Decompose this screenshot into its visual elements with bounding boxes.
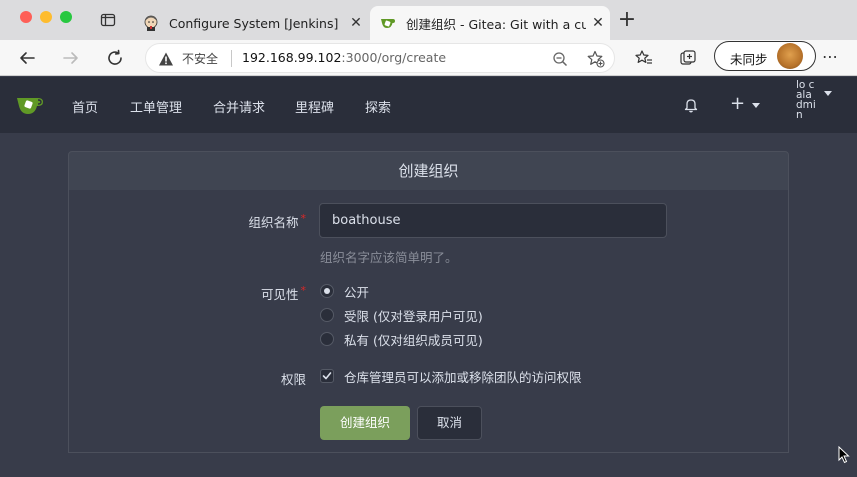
radio-limited-label[interactable]: 受限 (仅对登录用户可见) [344, 306, 483, 325]
mouse-cursor-icon [838, 446, 850, 464]
chevron-down-icon[interactable] [824, 91, 832, 96]
org-name-help: 组织名字应该简单明了。 [320, 250, 458, 265]
radio-public-label[interactable]: 公开 [344, 282, 369, 301]
nav-milestones[interactable]: 里程碑 [295, 97, 334, 116]
more-options-button[interactable]: ⋯ [820, 46, 840, 70]
radio-private-label[interactable]: 私有 (仅对组织成员可见) [344, 330, 483, 349]
gitea-navbar: 首页 工单管理 合并请求 里程碑 探索 + lo cala dmin [0, 77, 857, 133]
bell-icon[interactable] [683, 97, 699, 113]
permission-checkbox[interactable] [320, 369, 334, 383]
main-content: 创建组织 组织名称 * boathouse 组织名字应该简单明了。 可见性 * 公开… [0, 133, 857, 477]
gitea-logo-icon[interactable] [16, 93, 44, 117]
maximize-window-button[interactable] [60, 11, 72, 23]
browser-toolbar: 不安全 192.168.99.102:3000/org/create 未同步 ⋯ [0, 40, 857, 76]
reload-button[interactable] [103, 46, 127, 70]
nav-issues[interactable]: 工单管理 [130, 97, 182, 116]
visibility-public-option[interactable]: 公开 [320, 282, 369, 300]
address-bar[interactable]: 不安全 192.168.99.102:3000/org/create [145, 43, 615, 73]
forward-button[interactable] [59, 46, 83, 70]
nav-home[interactable]: 首页 [72, 97, 98, 116]
radio-limited[interactable] [320, 308, 334, 322]
visibility-label: 可见性 * [68, 284, 306, 303]
checkmark-icon [322, 372, 332, 380]
profile-button[interactable]: 未同步 [714, 41, 816, 71]
chevron-down-icon[interactable] [752, 103, 760, 108]
page-title: 创建组织 [68, 151, 789, 191]
org-name-label-text: 组织名称 [248, 215, 299, 230]
tab-gitea[interactable]: 创建组织 - Gitea: Git with a cup of tea ✕ [370, 6, 610, 40]
nav-explore[interactable]: 探索 [365, 97, 391, 116]
user-avatar[interactable]: lo cala dmin [796, 80, 820, 121]
cancel-button[interactable]: 取消 [417, 406, 482, 440]
radio-public[interactable] [320, 284, 334, 298]
gitea-icon [381, 19, 395, 28]
zoom-out-icon[interactable] [552, 51, 568, 67]
profile-avatar [777, 43, 803, 69]
nav-pull-requests[interactable]: 合并请求 [213, 97, 265, 116]
browser-tab-strip: Configure System [Jenkins] ✕ 创建组织 - Gite… [0, 0, 857, 40]
visibility-label-text: 可见性 [260, 287, 299, 302]
arrow-right-icon [63, 52, 78, 64]
visibility-limited-option[interactable]: 受限 (仅对登录用户可见) [320, 306, 483, 324]
minimize-window-button[interactable] [40, 11, 52, 23]
warning-icon[interactable] [158, 51, 174, 67]
permission-label: 权限 [280, 372, 306, 387]
permission-checkbox-label[interactable]: 仓库管理员可以添加或移除团队的访问权限 [344, 367, 582, 386]
collections-button[interactable] [676, 46, 700, 70]
tab-title: Configure System [Jenkins] [169, 15, 339, 31]
required-mark: * [300, 284, 307, 297]
url-host: 192.168.99.102 [242, 50, 342, 65]
back-button[interactable] [15, 46, 39, 70]
visibility-private-option[interactable]: 私有 (仅对组织成员可见) [320, 330, 483, 348]
url-path: :3000/org/create [341, 50, 447, 65]
insecure-label[interactable]: 不安全 [182, 50, 218, 67]
url-text[interactable]: 192.168.99.102:3000/org/create [242, 50, 446, 65]
tab-actions-icon[interactable] [100, 12, 116, 28]
profile-sync-label: 未同步 [730, 52, 768, 67]
close-window-button[interactable] [20, 11, 32, 23]
tab-title: 创建组织 - Gitea: Git with a cup of tea [406, 16, 586, 32]
required-mark: * [300, 212, 307, 225]
favorites-icon [635, 50, 652, 64]
tab-jenkins[interactable]: Configure System [Jenkins] ✕ [133, 6, 368, 40]
create-new-button[interactable]: + [730, 95, 745, 113]
favorites-button[interactable] [632, 46, 656, 70]
radio-private[interactable] [320, 332, 334, 346]
collections-icon [680, 50, 696, 65]
jenkins-icon [144, 15, 158, 31]
permission-option[interactable]: 仓库管理员可以添加或移除团队的访问权限 [320, 367, 582, 385]
close-icon[interactable]: ✕ [344, 15, 368, 31]
arrow-left-icon [20, 52, 35, 64]
org-name-label: 组织名称 * [68, 212, 306, 231]
address-divider [231, 50, 232, 67]
org-name-input[interactable]: boathouse [319, 203, 667, 238]
create-org-button[interactable]: 创建组织 [320, 406, 410, 440]
reload-icon [108, 49, 122, 65]
close-icon[interactable]: ✕ [586, 15, 610, 31]
new-tab-button[interactable]: + [617, 9, 637, 31]
add-favorite-icon[interactable] [587, 50, 605, 68]
